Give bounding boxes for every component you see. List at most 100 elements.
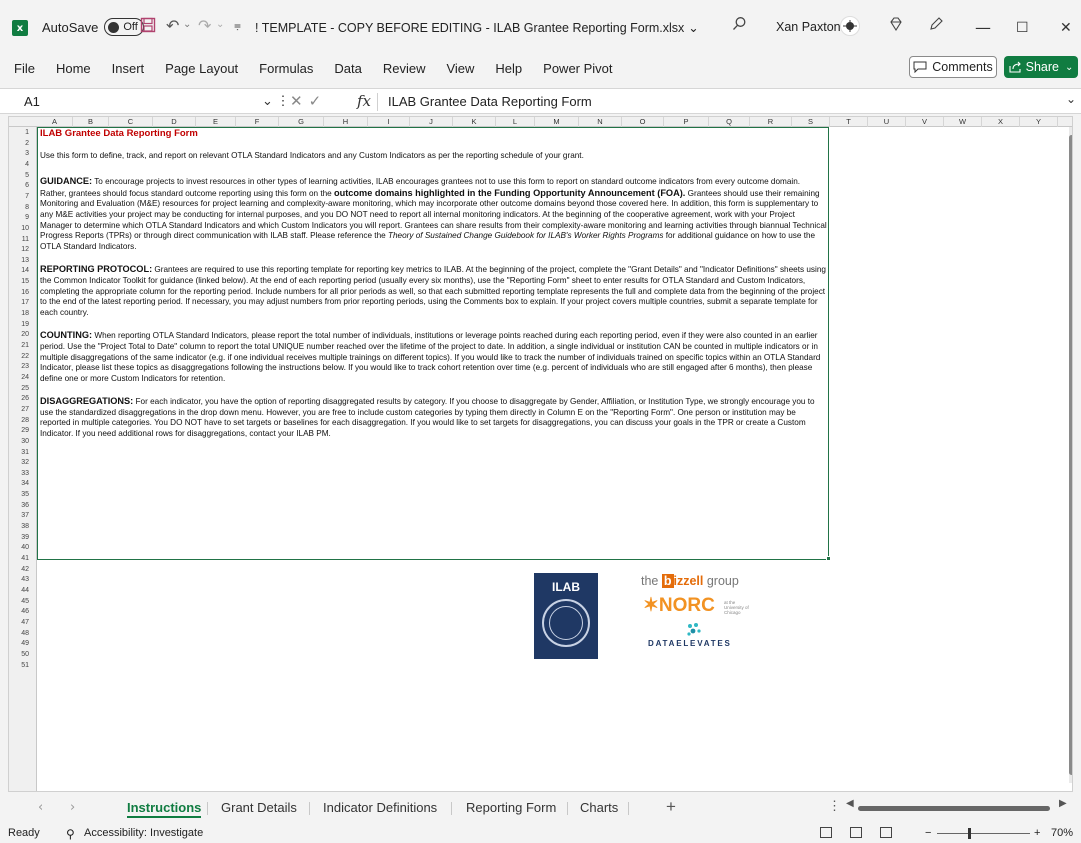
column-header-c[interactable]: C bbox=[109, 117, 153, 127]
row-header-18[interactable]: 18 bbox=[9, 310, 29, 317]
row-header-41[interactable]: 41 bbox=[9, 555, 29, 562]
row-header-7[interactable]: 7 bbox=[9, 193, 29, 200]
column-header-m[interactable]: M bbox=[535, 117, 579, 127]
column-header-i[interactable]: I bbox=[368, 117, 410, 127]
row-header-24[interactable]: 24 bbox=[9, 374, 29, 381]
row-header-17[interactable]: 17 bbox=[9, 299, 29, 306]
zoom-slider-thumb[interactable] bbox=[968, 828, 971, 839]
column-header-s[interactable]: S bbox=[792, 117, 830, 127]
tab-indicator-definitions[interactable]: Indicator Definitions bbox=[323, 800, 437, 815]
redo-icon[interactable]: ↷ bbox=[198, 16, 211, 36]
tab-instructions[interactable]: Instructions bbox=[127, 800, 202, 818]
row-header-5[interactable]: 5 bbox=[9, 172, 29, 179]
zoom-level[interactable]: 70% bbox=[1051, 827, 1073, 839]
cancel-confirm-icons[interactable]: ✕✓ bbox=[290, 92, 327, 110]
undo-icon[interactable]: ↶ bbox=[166, 16, 179, 36]
column-header-o[interactable]: O bbox=[622, 117, 664, 127]
menu-review[interactable]: Review bbox=[383, 61, 426, 76]
chevron-down-icon[interactable]: ⌄ ⋮ bbox=[262, 93, 290, 109]
autosave-control[interactable]: AutoSave Off bbox=[42, 18, 145, 36]
row-header-12[interactable]: 12 bbox=[9, 246, 29, 253]
zoom-out-button[interactable]: − bbox=[925, 827, 931, 839]
menu-home[interactable]: Home bbox=[56, 61, 91, 76]
menu-help[interactable]: Help bbox=[495, 61, 522, 76]
row-header-10[interactable]: 10 bbox=[9, 225, 29, 232]
row-header-45[interactable]: 45 bbox=[9, 598, 29, 605]
formula-input[interactable]: ILAB Grantee Data Reporting Form bbox=[388, 94, 592, 109]
normal-view-icon[interactable] bbox=[820, 827, 832, 838]
row-header-11[interactable]: 11 bbox=[9, 236, 29, 243]
row-header-27[interactable]: 27 bbox=[9, 406, 29, 413]
column-header-v[interactable]: V bbox=[906, 117, 944, 127]
column-header-a[interactable]: A bbox=[37, 117, 73, 127]
column-header-b[interactable]: B bbox=[73, 117, 109, 127]
column-header-p[interactable]: P bbox=[664, 117, 709, 127]
row-header-42[interactable]: 42 bbox=[9, 566, 29, 573]
row-header-32[interactable]: 32 bbox=[9, 459, 29, 466]
row-header-35[interactable]: 35 bbox=[9, 491, 29, 498]
row-header-37[interactable]: 37 bbox=[9, 512, 29, 519]
row-header-19[interactable]: 19 bbox=[9, 321, 29, 328]
expand-formula-bar-icon[interactable]: ⌄ bbox=[1066, 92, 1076, 106]
name-box[interactable]: A1 bbox=[24, 94, 40, 109]
row-header-38[interactable]: 38 bbox=[9, 523, 29, 530]
page-layout-view-icon[interactable] bbox=[850, 827, 862, 838]
maximize-button[interactable]: ☐ bbox=[1016, 20, 1029, 36]
save-icon[interactable] bbox=[140, 17, 156, 33]
worksheet-grid[interactable]: ABCDEFGHIJKLMNOPQRSTUVWXY 1 2 3 4 5 6 7 8 9 10 11 1… bbox=[8, 116, 1073, 792]
menu-page-layout[interactable]: Page Layout bbox=[165, 61, 238, 76]
row-header-22[interactable]: 22 bbox=[9, 353, 29, 360]
row-header-3[interactable]: 3 bbox=[9, 150, 29, 157]
add-sheet-button[interactable]: + bbox=[666, 797, 676, 817]
column-header-y[interactable]: Y bbox=[1020, 117, 1058, 127]
menu-view[interactable]: View bbox=[446, 61, 474, 76]
tab-grant-details[interactable]: Grant Details bbox=[221, 800, 297, 815]
row-header-14[interactable]: 14 bbox=[9, 267, 29, 274]
search-icon[interactable] bbox=[732, 16, 747, 31]
share-button[interactable]: Share ⌄ bbox=[1004, 56, 1078, 78]
user-avatar-icon[interactable] bbox=[840, 16, 860, 36]
autosave-toggle[interactable]: Off bbox=[104, 18, 145, 36]
row-header-28[interactable]: 28 bbox=[9, 417, 29, 424]
scroll-right-icon[interactable]: ▶ bbox=[1059, 798, 1067, 809]
column-header-r[interactable]: R bbox=[750, 117, 792, 127]
row-header-26[interactable]: 26 bbox=[9, 395, 29, 402]
row-header-48[interactable]: 48 bbox=[9, 630, 29, 637]
row-header-9[interactable]: 9 bbox=[9, 214, 29, 221]
pen-icon[interactable] bbox=[928, 16, 944, 32]
accessibility-status[interactable]: Accessibility: Investigate bbox=[84, 827, 203, 839]
row-header-31[interactable]: 31 bbox=[9, 449, 29, 456]
column-header-d[interactable]: D bbox=[153, 117, 196, 127]
menu-insert[interactable]: Insert bbox=[112, 61, 145, 76]
scroll-tabs-right-icon[interactable]: › bbox=[70, 800, 75, 815]
undo-dropdown-icon[interactable]: ⌄ bbox=[183, 19, 191, 30]
row-header-39[interactable]: 39 bbox=[9, 534, 29, 541]
column-header-j[interactable]: J bbox=[410, 117, 453, 127]
column-header-f[interactable]: F bbox=[236, 117, 279, 127]
row-header-47[interactable]: 47 bbox=[9, 619, 29, 626]
row-header-15[interactable]: 15 bbox=[9, 278, 29, 285]
column-header-q[interactable]: Q bbox=[709, 117, 750, 127]
menu-file[interactable]: File bbox=[14, 61, 35, 76]
column-header-n[interactable]: N bbox=[579, 117, 622, 127]
scroll-tabs-left-icon[interactable]: ‹ bbox=[38, 800, 43, 815]
row-header-4[interactable]: 4 bbox=[9, 161, 29, 168]
row-header-36[interactable]: 36 bbox=[9, 502, 29, 509]
row-header-20[interactable]: 20 bbox=[9, 331, 29, 338]
menu-data[interactable]: Data bbox=[334, 61, 361, 76]
column-header-e[interactable]: E bbox=[196, 117, 236, 127]
column-header-l[interactable]: L bbox=[496, 117, 535, 127]
comments-button[interactable]: Comments bbox=[909, 56, 997, 78]
menu-formulas[interactable]: Formulas bbox=[259, 61, 313, 76]
page-break-view-icon[interactable] bbox=[880, 827, 892, 838]
column-header-g[interactable]: G bbox=[279, 117, 324, 127]
column-header-t[interactable]: T bbox=[830, 117, 868, 127]
row-header-33[interactable]: 33 bbox=[9, 470, 29, 477]
zoom-in-button[interactable]: + bbox=[1034, 827, 1040, 839]
row-header-25[interactable]: 25 bbox=[9, 385, 29, 392]
row-header-23[interactable]: 23 bbox=[9, 363, 29, 370]
row-header-44[interactable]: 44 bbox=[9, 587, 29, 594]
row-header-1[interactable]: 1 bbox=[9, 129, 29, 136]
row-header-49[interactable]: 49 bbox=[9, 640, 29, 647]
row-header-29[interactable]: 29 bbox=[9, 427, 29, 434]
